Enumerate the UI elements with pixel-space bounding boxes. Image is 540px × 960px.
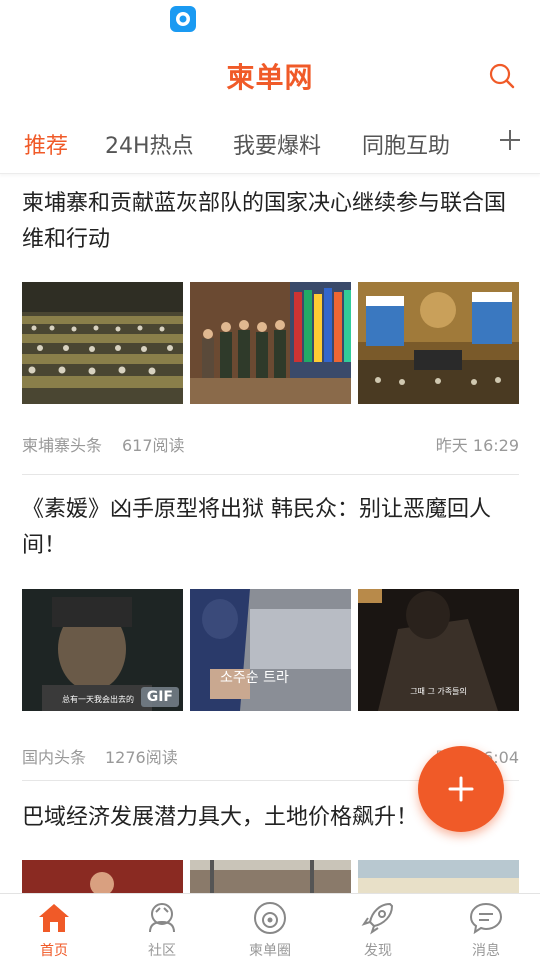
article-time: 昨天 16:29 <box>435 436 519 455</box>
home-icon <box>39 904 69 932</box>
status-bar <box>0 0 540 40</box>
article-image[interactable]: 总有一天我会出去的 GIF <box>22 589 183 711</box>
nav-item-community[interactable]: 社区 <box>108 894 216 960</box>
message-icon <box>469 902 503 935</box>
article-read-count: 617阅读 <box>122 436 185 455</box>
nav-item-messages[interactable]: 消息 <box>432 894 540 960</box>
nav-label: 社区 <box>148 943 176 959</box>
article-thumbnails: 总有一天我会出去的 GIF 소주순 트라 그때 그 가족들의 <box>22 589 519 711</box>
nav-item-home[interactable]: 首页 <box>0 894 108 960</box>
video-caption: 소주순 트라 <box>220 670 289 686</box>
article-thumbnails <box>22 282 519 404</box>
add-tab-icon[interactable] <box>498 128 522 152</box>
category-tabs: 推荐 24H热点 我要爆料 同胞互助 <box>0 112 540 174</box>
article-image[interactable] <box>358 282 519 404</box>
article-title[interactable]: 柬埔寨和贡献蓝灰部队的国家决心继续参与联合国维和行动 <box>22 186 519 258</box>
article-card[interactable]: 柬埔寨和贡献蓝灰部队的国家决心继续参与联合国维和行动 柬埔寨头条 617阅读 昨… <box>22 186 519 475</box>
article-image[interactable] <box>22 282 183 404</box>
add-post-button[interactable] <box>418 746 504 832</box>
gif-badge: GIF <box>140 687 179 707</box>
nav-label: 柬单圈 <box>249 943 291 959</box>
article-card[interactable]: 《素媛》凶手原型将出狱 韩民众：别让恶魔回人间！ 总有一天我会出去的 GIF 소… <box>22 492 519 781</box>
app-header: 柬单网 <box>0 40 540 112</box>
article-source: 柬埔寨头条 <box>22 436 103 455</box>
search-icon[interactable] <box>488 62 516 90</box>
nav-label: 发现 <box>364 943 392 959</box>
article-source: 国内头条 <box>22 748 87 767</box>
nav-label: 消息 <box>472 943 500 959</box>
tab-24h-hot[interactable]: 24H热点 <box>105 128 194 160</box>
bottom-nav: 首页 社区 柬单圈 发现 消息 <box>0 893 540 960</box>
nav-item-discover[interactable]: 发现 <box>324 894 432 960</box>
article-image[interactable]: 그때 그 가족들의 <box>358 589 519 711</box>
nav-item-circle[interactable]: 柬单圈 <box>216 894 324 960</box>
tab-mutual-help[interactable]: 同胞互助 <box>362 128 450 160</box>
article-image[interactable]: 소주순 트라 <box>190 589 351 711</box>
app-logo: 柬单网 <box>226 61 314 94</box>
video-caption: 그때 그 가족들의 <box>410 687 467 696</box>
rocket-icon <box>361 902 394 935</box>
notification-app-icon <box>170 6 196 32</box>
article-title[interactable]: 《素媛》凶手原型将出狱 韩民众：别让恶魔回人间！ <box>22 492 519 564</box>
tab-report[interactable]: 我要爆料 <box>233 128 321 160</box>
divider <box>22 474 519 475</box>
circle-icon <box>254 902 286 934</box>
nav-label: 首页 <box>40 943 68 959</box>
article-read-count: 1276阅读 <box>105 748 178 767</box>
tab-recommend[interactable]: 推荐 <box>24 128 68 160</box>
plus-icon <box>448 776 474 802</box>
article-image[interactable] <box>190 282 351 404</box>
community-icon <box>149 903 175 933</box>
